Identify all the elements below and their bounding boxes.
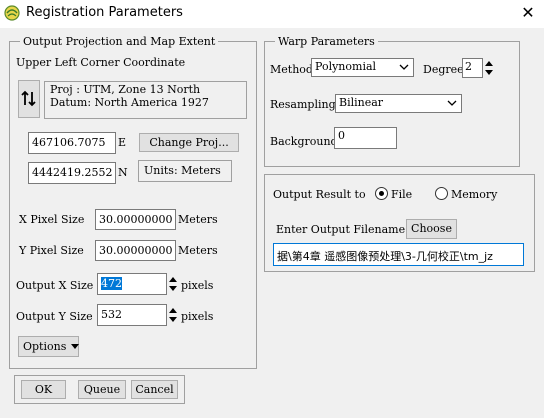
units-display: Units: Meters (138, 160, 232, 182)
degree-label: Degree (423, 63, 464, 76)
method-label: Method (270, 63, 313, 76)
options-button[interactable]: Options (18, 336, 79, 357)
datum-line: Datum: North America 1927 (50, 96, 209, 109)
output-x-size-value: 472 (101, 277, 122, 290)
chevron-down-icon (399, 64, 409, 70)
file-radio-label: File (391, 188, 413, 201)
window-title: Registration Parameters (26, 5, 183, 20)
close-icon[interactable]: ✕ (512, 0, 544, 28)
y-pixel-size-unit: Meters (178, 244, 218, 257)
ok-button[interactable]: OK (21, 380, 66, 399)
output-x-size-unit: pixels (181, 279, 214, 292)
resampling-label: Resampling (270, 98, 336, 111)
resampling-value: Bilinear (339, 96, 384, 109)
output-x-size-label: Output X Size (16, 279, 94, 292)
degree-spinner[interactable] (483, 58, 495, 78)
output-projection-legend: Output Projection and Map Extent (20, 35, 219, 48)
output-y-size-label: Output Y Size (16, 310, 93, 323)
output-y-size-unit: pixels (181, 310, 214, 323)
background-label: Background (270, 135, 338, 148)
background-input[interactable]: 0 (334, 127, 397, 149)
northing-unit: N (118, 166, 128, 179)
title-bar: Registration Parameters ✕ (0, 0, 544, 28)
choose-button[interactable]: Choose (406, 219, 457, 239)
spin-arrows-icon (169, 308, 177, 322)
memory-radio-label: Memory (451, 188, 498, 201)
output-x-size-input[interactable]: 472 (97, 273, 167, 295)
x-pixel-size-label: X Pixel Size (19, 213, 85, 226)
spin-arrows-icon (169, 277, 177, 291)
projection-info-box: Proj : UTM, Zone 13 North Datum: North A… (44, 81, 247, 119)
warp-parameters-legend: Warp Parameters (275, 35, 378, 48)
y-pixel-size-input[interactable]: 30.00000000 (95, 240, 176, 261)
file-radio[interactable] (375, 187, 388, 200)
output-filename-label: Enter Output Filename (276, 223, 406, 236)
easting-input[interactable]: 467106.7075 (28, 132, 116, 154)
y-pixel-size-label: Y Pixel Size (19, 244, 84, 257)
degree-input[interactable]: 2 (462, 58, 483, 78)
change-proj-button[interactable]: Change Proj... (139, 133, 239, 152)
output-result-label: Output Result to (273, 188, 366, 201)
memory-radio[interactable] (435, 187, 448, 200)
swap-arrows-icon (21, 90, 36, 107)
cancel-button[interactable]: Cancel (131, 380, 178, 399)
app-icon (4, 5, 20, 21)
spin-arrows-icon (485, 61, 493, 75)
output-y-size-spinner[interactable] (167, 305, 179, 325)
upper-left-label: Upper Left Corner Coordinate (16, 56, 186, 69)
method-value: Polynomial (315, 60, 377, 73)
queue-button[interactable]: Queue (78, 380, 126, 399)
northing-input[interactable]: 4442419.2552 (28, 162, 116, 184)
swap-coordinates-button[interactable] (18, 80, 40, 118)
chevron-down-icon (447, 100, 457, 106)
x-pixel-size-unit: Meters (178, 213, 218, 226)
x-pixel-size-input[interactable]: 30.00000000 (95, 209, 176, 230)
output-filename-input[interactable]: 据\第4章 遥感图像预处理\3-几何校正\tm_jz (273, 243, 524, 266)
method-select[interactable]: Polynomial (311, 58, 414, 77)
output-y-size-input[interactable]: 532 (97, 304, 167, 326)
dropdown-arrow-icon (70, 344, 79, 349)
proj-line: Proj : UTM, Zone 13 North (50, 83, 201, 96)
resampling-select[interactable]: Bilinear (335, 94, 462, 113)
output-x-size-spinner[interactable] (167, 274, 179, 294)
easting-unit: E (118, 136, 127, 149)
options-label: Options (23, 340, 67, 353)
